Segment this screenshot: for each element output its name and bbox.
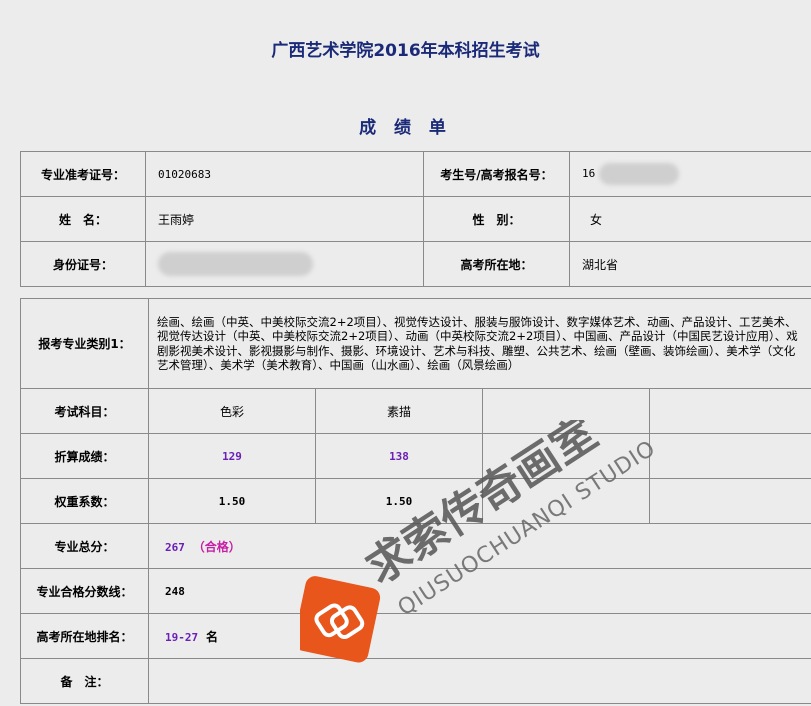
total-cell: 267 （合格） bbox=[148, 523, 811, 569]
province-label: 高考所在地： bbox=[423, 241, 570, 287]
info-table: 专业准考证号： 01020683 考生号/高考报名号： 16 姓 名： 王雨婷 … bbox=[20, 151, 811, 287]
subject-cell bbox=[482, 388, 650, 434]
name-value: 王雨婷 bbox=[145, 196, 424, 242]
name-label: 姓 名： bbox=[20, 196, 146, 242]
pass-value: 248 bbox=[148, 568, 811, 614]
converted-score bbox=[649, 433, 811, 479]
rank-value: 19-27 bbox=[165, 630, 199, 644]
weight-value bbox=[482, 478, 650, 524]
subject-cell: 色彩 bbox=[148, 388, 316, 434]
subject-cell bbox=[649, 388, 811, 434]
majors-value: 绘画、绘画（中英、中美校际交流2+2项目）、视觉传达设计、服装与服饰设计、数字媒… bbox=[148, 298, 811, 389]
ticket-value: 01020683 bbox=[145, 151, 424, 197]
remark-label: 备 注： bbox=[20, 658, 149, 704]
redacted-id bbox=[158, 252, 313, 276]
converted-score: 138 bbox=[315, 433, 483, 479]
rank-cell: 19-27 名 bbox=[148, 613, 811, 659]
gender-value: 女 bbox=[569, 196, 811, 242]
majors-label: 报考专业类别1： bbox=[20, 298, 149, 389]
total-value: 267 bbox=[165, 540, 185, 554]
id-label: 身份证号： bbox=[20, 241, 146, 287]
converted-score: 129 bbox=[148, 433, 316, 479]
converted-label: 折算成绩： bbox=[20, 433, 149, 479]
page-title: 广西艺术学院2016年本科招生考试 bbox=[271, 41, 540, 61]
weight-value: 1.50 bbox=[148, 478, 316, 524]
weight-value bbox=[649, 478, 811, 524]
exam-no-label: 考生号/高考报名号： bbox=[423, 151, 570, 197]
pass-label: 专业合格分数线： bbox=[20, 568, 149, 614]
subject-cell: 素描 bbox=[315, 388, 483, 434]
score-table: 报考专业类别1： 绘画、绘画（中英、中美校际交流2+2项目）、视觉传达设计、服装… bbox=[20, 298, 811, 704]
exam-no-cell: 16 bbox=[569, 151, 811, 197]
remark-value bbox=[148, 658, 811, 704]
page-subtitle: 成 绩 单 bbox=[359, 118, 452, 138]
redacted-exam-no bbox=[599, 163, 680, 185]
rank-unit: 名 bbox=[205, 629, 218, 644]
ticket-label: 专业准考证号： bbox=[20, 151, 146, 197]
rank-label: 高考所在地排名： bbox=[20, 613, 149, 659]
total-status: （合格） bbox=[192, 539, 241, 554]
gender-label: 性 别： bbox=[423, 196, 570, 242]
subjects-label: 考试科目： bbox=[20, 388, 149, 434]
weights-label: 权重系数： bbox=[20, 478, 149, 524]
converted-score bbox=[482, 433, 650, 479]
weight-value: 1.50 bbox=[315, 478, 483, 524]
province-value: 湖北省 bbox=[569, 241, 811, 287]
id-cell bbox=[145, 241, 424, 287]
total-label: 专业总分： bbox=[20, 523, 149, 569]
exam-no-prefix: 16 bbox=[582, 167, 596, 180]
